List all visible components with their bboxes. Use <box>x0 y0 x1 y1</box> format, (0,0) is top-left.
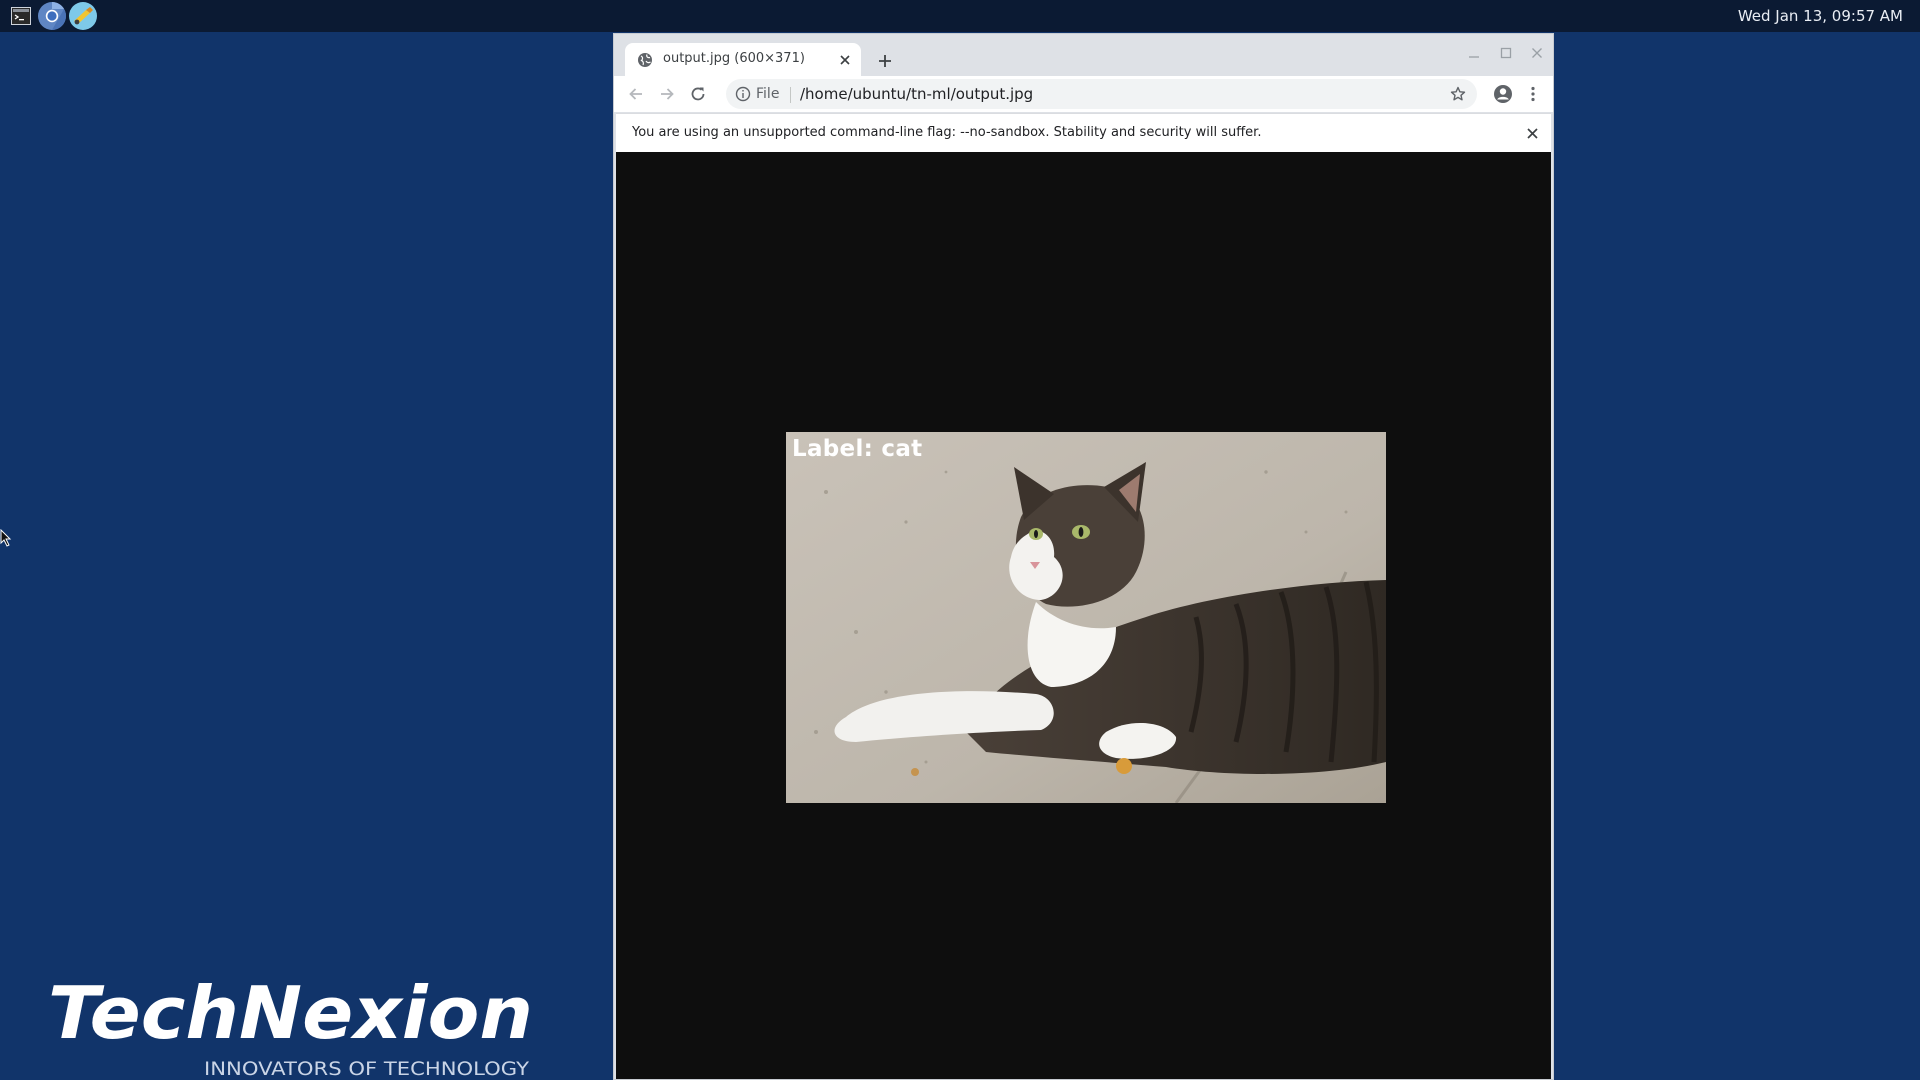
account-icon <box>1494 85 1512 103</box>
globe-icon <box>638 53 652 67</box>
infobar-message: You are using an unsupported command-lin… <box>632 125 1262 140</box>
close-icon <box>839 54 850 65</box>
kebab-menu-icon <box>1531 86 1535 102</box>
file-manager-launcher[interactable] <box>68 1 98 31</box>
address-bar[interactable]: File /home/ubuntu/tn-ml/output.jpg <box>726 79 1477 109</box>
mouse-pointer-icon <box>0 529 12 547</box>
omnibox-divider <box>790 87 791 103</box>
cat-photo-illustration <box>786 432 1386 803</box>
tab-title: output.jpg (600×371) <box>663 51 805 66</box>
image-viewport: Label: cat <box>616 152 1551 1079</box>
arrow-left-icon <box>629 88 642 100</box>
tab-close-button[interactable] <box>836 51 853 68</box>
tab-strip: output.jpg (600×371) <box>614 34 1553 76</box>
classification-label: Label: cat <box>792 436 923 462</box>
star-icon <box>1450 86 1466 101</box>
info-icon[interactable] <box>735 86 751 102</box>
technexion-logo: TechNexion INNOVATORS OF TECHNOLOGY <box>48 972 533 1080</box>
window-maximize-button[interactable] <box>1493 42 1519 64</box>
top-panel: Wed Jan 13, 09:57 AM <box>0 0 1920 32</box>
cat-photo: Label: cat <box>786 432 1386 803</box>
new-tab-button[interactable] <box>872 48 898 74</box>
window-close-button[interactable] <box>1524 42 1550 64</box>
terminal-icon <box>11 7 31 25</box>
chromium-icon <box>38 2 66 30</box>
svg-text:TechNexion: TechNexion <box>48 972 533 1055</box>
close-icon <box>1532 48 1542 58</box>
chromium-launcher[interactable] <box>37 1 67 31</box>
minimize-icon <box>1469 56 1479 58</box>
forward-button[interactable] <box>654 81 680 107</box>
back-button[interactable] <box>623 81 649 107</box>
svg-text:INNOVATORS OF TECHNOLOGY: INNOVATORS OF TECHNOLOGY <box>204 1058 529 1080</box>
close-icon <box>1526 127 1538 139</box>
bookmark-button[interactable] <box>1447 83 1469 105</box>
scheme-label: File <box>756 86 780 102</box>
sandbox-warning-infobar: You are using an unsupported command-lin… <box>616 113 1551 152</box>
file-manager-icon <box>69 2 97 30</box>
infobar-close-button[interactable] <box>1523 124 1541 142</box>
browser-toolbar: File /home/ubuntu/tn-ml/output.jpg <box>614 76 1553 112</box>
tab-output-jpg[interactable]: output.jpg (600×371) <box>625 43 861 76</box>
browser-menu-button[interactable] <box>1520 81 1546 107</box>
profile-button[interactable] <box>1490 81 1516 107</box>
clock: Wed Jan 13, 09:57 AM <box>1737 7 1903 25</box>
maximize-icon <box>1500 47 1512 59</box>
reload-icon <box>691 87 705 101</box>
reload-button[interactable] <box>685 81 711 107</box>
browser-window: output.jpg (600×371) File /home/ubuntu/t… <box>613 33 1554 1080</box>
arrow-right-icon <box>661 88 674 100</box>
url-text[interactable]: /home/ubuntu/tn-ml/output.jpg <box>800 85 1033 103</box>
window-minimize-button[interactable] <box>1461 42 1487 64</box>
plus-icon <box>879 55 891 67</box>
terminal-launcher[interactable] <box>6 1 36 31</box>
